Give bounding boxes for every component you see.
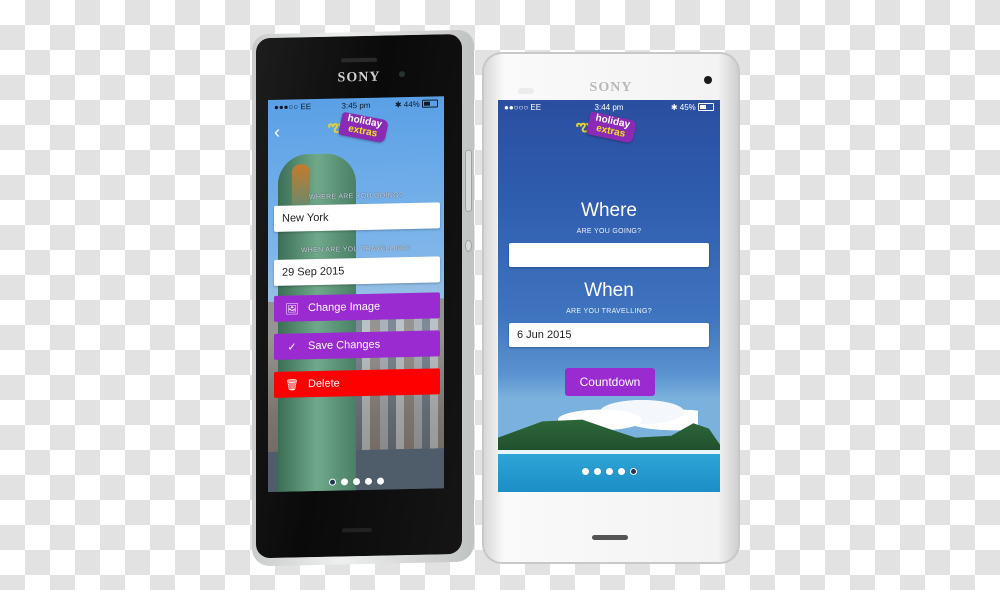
bluetooth-icon: ✱	[394, 100, 402, 110]
power-key	[465, 239, 472, 252]
page-dot-5[interactable]	[376, 477, 384, 485]
page-dot-4[interactable]	[617, 468, 625, 475]
page-indicator[interactable]	[498, 468, 720, 475]
delete-button[interactable]: 🗑 Delete	[274, 368, 440, 398]
page-dot-1[interactable]	[581, 468, 589, 475]
battery-percent: 45%	[679, 103, 696, 112]
back-chevron-icon[interactable]: ‹	[274, 122, 280, 143]
page-dot-2[interactable]	[340, 478, 348, 486]
status-bar: ●●●○○ EE 3:45 pm ✱ 44%	[268, 96, 444, 114]
brand-logo: SONY	[337, 69, 381, 86]
bluetooth-icon: ✱	[670, 103, 678, 112]
logo-tag: holiday extras	[338, 111, 390, 144]
battery-status: ✱ 45%	[671, 103, 714, 112]
front-camera	[704, 76, 712, 84]
destination-input[interactable]	[509, 243, 709, 267]
save-changes-button[interactable]: ✓ Save Changes	[274, 330, 440, 360]
when-caption: ARE YOU TRAVELLING?	[566, 308, 652, 315]
speaker-grille	[342, 527, 372, 533]
image-icon: 🖼	[285, 302, 299, 316]
brand-logo: SONY	[589, 80, 633, 95]
phone-black-sony: SONY ●●●○○ EE 3:45 pm ✱ 44% ‹ ఌ holiday …	[252, 29, 474, 567]
page-dot-1[interactable]	[328, 478, 336, 486]
battery-status: ✱ 44%	[395, 99, 438, 109]
page-dot-3[interactable]	[352, 478, 360, 486]
date-input[interactable]: 6 Jun 2015	[509, 323, 709, 347]
battery-icon	[422, 99, 438, 108]
logo-tag: holiday extras	[586, 111, 638, 144]
page-dot-5[interactable]	[629, 468, 637, 475]
date-input[interactable]: 29 Sep 2015	[274, 256, 440, 286]
checkmark-icon: ✓	[287, 340, 297, 354]
app-screen-edit: ●●●○○ EE 3:45 pm ✱ 44% ‹ ఌ holiday extra…	[268, 96, 444, 492]
battery-icon	[698, 103, 714, 111]
phone-face: SONY ●●●○○ EE 3:45 pm ✱ 44% ‹ ఌ holiday …	[256, 33, 462, 559]
countdown-button[interactable]: Countdown	[565, 368, 655, 396]
where-title: Where	[581, 200, 637, 221]
status-bar: ●●○○○ EE 3:44 pm ✱ 45%	[498, 100, 720, 114]
save-changes-label: Save Changes	[308, 338, 381, 353]
destination-input[interactable]: New York	[274, 202, 440, 232]
page-dot-2[interactable]	[593, 468, 601, 475]
change-image-button[interactable]: 🖼 Change Image	[274, 292, 440, 322]
delete-label: Delete	[308, 377, 340, 391]
speaker-grille	[592, 535, 628, 540]
phone-white-sony: SONY ●●○○○ EE 3:44 pm ✱ 45% ఌ holiday ex…	[482, 52, 740, 564]
change-image-label: Change Image	[308, 300, 381, 315]
holiday-extras-logo: ఌ holiday extras	[328, 111, 390, 144]
app-screen-countdown: ●●○○○ EE 3:44 pm ✱ 45% ఌ holiday extras …	[498, 100, 720, 492]
page-dot-4[interactable]	[364, 477, 372, 485]
battery-percent: 44%	[403, 99, 420, 110]
earpiece	[341, 57, 377, 63]
volume-key	[465, 149, 472, 212]
holiday-extras-logo: ఌ holiday extras	[576, 111, 638, 144]
trash-icon: 🗑	[285, 378, 299, 392]
where-caption: ARE YOU GOING?	[576, 228, 642, 235]
page-dot-3[interactable]	[605, 468, 613, 475]
when-title: When	[584, 280, 634, 301]
